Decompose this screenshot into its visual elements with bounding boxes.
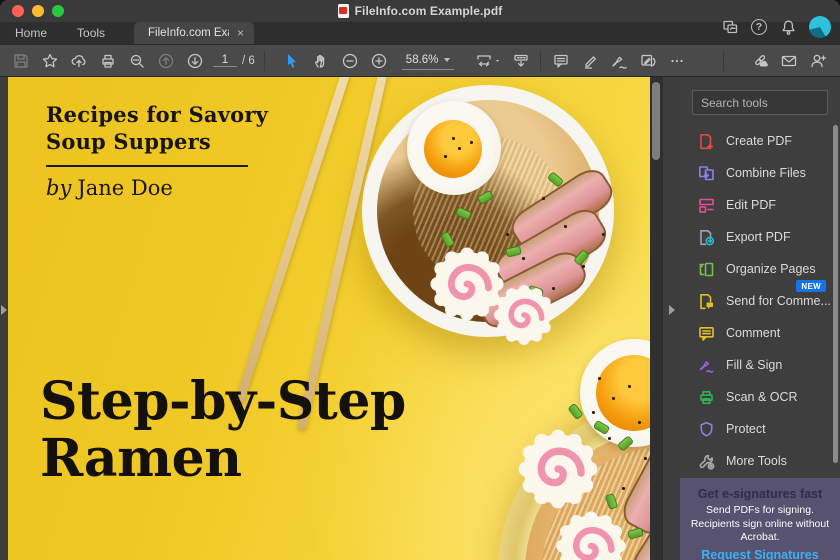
fill-sign-icon [698, 357, 715, 374]
tool-comment[interactable]: Comment [680, 317, 840, 349]
comment-icon [698, 325, 715, 342]
combine-files-icon [698, 165, 715, 182]
tool-combine-files[interactable]: Combine Files [680, 157, 840, 189]
title-bar: FileInfo.com Example.pdf [0, 0, 840, 22]
share-group [718, 48, 832, 74]
tools-sidebar: Create PDF Combine Files Edit PDF [680, 77, 840, 560]
tool-edit-pdf[interactable]: Edit PDF [680, 189, 840, 221]
tab-tools[interactable]: Tools [62, 22, 120, 44]
save-icon[interactable] [6, 48, 35, 74]
tool-scan-ocr[interactable]: Scan & OCR [680, 381, 840, 413]
narutomaki-slice [516, 427, 600, 511]
help-icon[interactable]: ? [751, 19, 767, 35]
invite-person-icon[interactable] [803, 48, 832, 74]
new-badge: NEW [796, 280, 826, 292]
tool-export-pdf[interactable]: Export PDF [680, 221, 840, 253]
fit-width-dropdown[interactable] [470, 48, 506, 74]
toolbar-separator [263, 50, 265, 71]
tool-more-tools[interactable]: More Tools [680, 445, 840, 477]
organize-pages-icon [698, 261, 715, 278]
sesame-seeds [452, 137, 455, 140]
request-signatures-link[interactable]: Request Signatures [701, 548, 818, 560]
feedback-icon[interactable] [720, 17, 740, 37]
next-page-icon[interactable] [180, 48, 209, 74]
zoom-level-dropdown[interactable]: 58.6% [401, 52, 455, 70]
tool-fill-sign[interactable]: Fill & Sign [680, 349, 840, 381]
header-icons: ? [720, 16, 831, 38]
soft-boiled-egg [407, 101, 501, 195]
tools-pane-strip [662, 77, 680, 560]
export-pdf-icon [698, 229, 715, 246]
window-title: FileInfo.com Example.pdf [354, 4, 503, 18]
zoom-in-icon[interactable] [365, 48, 394, 74]
collapse-tools-pane-icon[interactable] [669, 305, 675, 315]
send-for-comments-icon [698, 293, 715, 310]
tool-send-for-comments[interactable]: NEW Send for Comme... [680, 280, 840, 317]
search-tools-input[interactable] [692, 90, 828, 115]
tab-document-label: FileInfo.com Exa... [148, 27, 229, 39]
recipe-heading: Recipes for Savory Soup Suppers [46, 102, 269, 154]
highlight-tool-icon[interactable] [575, 48, 604, 74]
pdf-file-icon [337, 4, 349, 18]
tab-bar: Home Tools FileInfo.com Exa... × ? [0, 16, 840, 44]
heading-rule [46, 165, 248, 167]
tab-home[interactable]: Home [0, 22, 62, 44]
page-number-input[interactable] [213, 54, 237, 67]
page-navigation: / 6 [213, 54, 255, 67]
scan-ocr-icon [698, 389, 715, 406]
sign-tool-icon[interactable] [604, 48, 633, 74]
recipe-heading-block: Recipes for Savory Soup Suppers by Jane D… [46, 101, 268, 200]
window-title-group: FileInfo.com Example.pdf [0, 0, 840, 22]
content-area: Recipes for Savory Soup Suppers by Jane D… [0, 77, 840, 560]
edit-pdf-icon [698, 197, 715, 214]
share-cloud-icon[interactable] [64, 48, 93, 74]
promo-body: Send PDFs for signing. Recipients sign o… [690, 504, 830, 544]
account-avatar[interactable] [809, 16, 831, 38]
more-toolbar-options-icon[interactable] [662, 48, 691, 74]
narutomaki-slice [492, 283, 556, 347]
narutomaki-slice [554, 509, 628, 560]
egg-yolk [424, 120, 482, 178]
tab-close-icon[interactable]: × [237, 27, 244, 39]
pdf-page[interactable]: Recipes for Savory Soup Suppers by Jane D… [8, 77, 650, 560]
hand-tool-icon[interactable] [307, 48, 336, 74]
egg-yolk [596, 355, 650, 431]
tab-document[interactable]: FileInfo.com Exa... × [134, 22, 255, 44]
toolbar-separator [540, 50, 542, 71]
find-icon[interactable] [122, 48, 151, 74]
sidebar-scrollbar-thumb[interactable] [833, 125, 838, 463]
email-icon[interactable] [774, 48, 803, 74]
chevron-down-icon [444, 57, 451, 62]
zoom-level-value: 58.6% [405, 53, 439, 66]
send-and-track-icon[interactable] [633, 48, 662, 74]
protect-icon [698, 421, 715, 438]
document-scrollbar-thumb[interactable] [652, 82, 660, 160]
share-link-icon[interactable] [745, 48, 774, 74]
toolbar-separator [723, 50, 724, 71]
star-icon[interactable] [35, 48, 64, 74]
create-pdf-icon [698, 133, 715, 150]
expand-nav-pane-icon[interactable] [1, 305, 7, 315]
sesame-seeds [598, 377, 601, 380]
main-toolbar: / 6 58.6% [0, 44, 840, 77]
tool-create-pdf[interactable]: Create PDF [680, 125, 840, 157]
more-tools-icon [698, 453, 715, 470]
page-scrolling-icon[interactable] [506, 48, 535, 74]
acrobat-window: FileInfo.com Example.pdf Home Tools File… [0, 0, 840, 560]
print-icon[interactable] [93, 48, 122, 74]
page-title: Step-by-Step Ramen [40, 371, 406, 489]
document-scrollbar[interactable] [650, 77, 662, 560]
navigation-pane-strip [0, 77, 8, 560]
esign-promo-panel: Get e-signatures fast Send PDFs for sign… [680, 478, 840, 560]
previous-page-icon[interactable] [151, 48, 180, 74]
comment-tool-icon[interactable] [546, 48, 575, 74]
zoom-out-icon[interactable] [336, 48, 365, 74]
notifications-bell-icon[interactable] [778, 17, 798, 37]
promo-title: Get e-signatures fast [697, 487, 823, 501]
tool-protect[interactable]: Protect [680, 413, 840, 445]
tools-list: Create PDF Combine Files Edit PDF Export… [680, 125, 840, 478]
byline: by Jane Doe [46, 176, 173, 200]
page-total-label: / 6 [242, 54, 255, 67]
select-tool-icon[interactable] [278, 48, 307, 74]
